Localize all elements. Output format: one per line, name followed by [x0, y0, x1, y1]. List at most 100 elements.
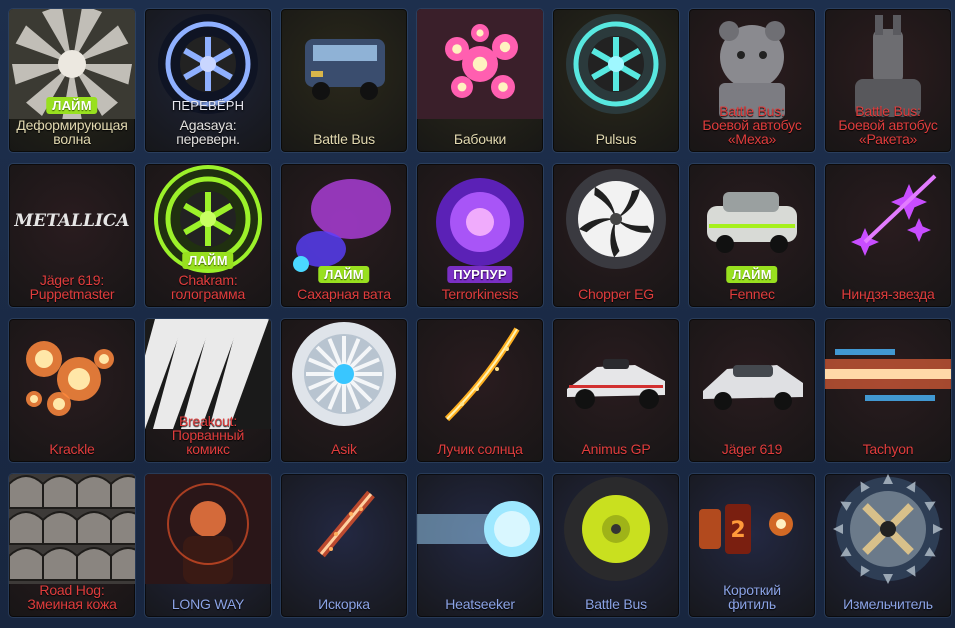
item-thumbnail — [825, 474, 951, 584]
item-name: Terrorkinesis — [419, 287, 541, 301]
item-tile[interactable]: Tachyon — [825, 319, 951, 462]
item-name-line: Pulsus — [595, 131, 637, 147]
paint-badge: ЛАЙМ — [726, 266, 778, 283]
item-name: Battle Bus: Боевой автобус «Ракета» — [827, 104, 949, 146]
item-tile[interactable]: Jäger 619 — [689, 319, 815, 462]
item-name-line: Fennec — [729, 286, 775, 302]
item-tile[interactable]: Battle Bus — [553, 474, 679, 617]
item-name: Искорка — [283, 597, 405, 611]
item-tile[interactable]: Chakram: голограмма ЛАЙМ — [145, 164, 271, 307]
item-tile[interactable]: METALLICA Jäger 619: Puppetmaster — [9, 164, 135, 307]
item-tile[interactable]: Animus GP — [553, 319, 679, 462]
item-name: Сахарная вата — [283, 287, 405, 301]
item-name-line: Battle Bus: — [719, 103, 785, 119]
item-name: Battle Bus — [283, 132, 405, 146]
item-thumbnail — [281, 474, 407, 584]
item-name: Измельчитель — [827, 597, 949, 611]
paint-badge: ЛАЙМ — [46, 97, 98, 114]
item-name-line: Сахарная вата — [297, 286, 391, 302]
item-name-line: Terrorkinesis — [441, 286, 519, 302]
item-tile[interactable]: LONG WAY — [145, 474, 271, 617]
item-name: Chopper EG — [555, 287, 677, 301]
item-thumbnail: 2 — [689, 474, 815, 584]
item-name-line: Animus GP — [581, 441, 651, 457]
item-tile[interactable]: Лучик солнца — [417, 319, 543, 462]
item-tile[interactable]: Сахарная вата ЛАЙМ — [281, 164, 407, 307]
item-name-line: Heatseeker — [445, 596, 515, 612]
item-name: Heatseeker — [419, 597, 541, 611]
item-name-line: фитиль — [728, 596, 776, 612]
item-name-line: Krackle — [49, 441, 95, 457]
item-name: Krackle — [11, 442, 133, 456]
item-name-line: Лучик солнца — [437, 441, 523, 457]
item-thumbnail — [553, 164, 679, 274]
item-tile[interactable]: Pulsus — [553, 9, 679, 152]
item-name-line: Боевой автобус — [838, 117, 938, 133]
item-name: Breakout: Порванный комикс — [147, 414, 269, 456]
item-name-line: Asik — [331, 441, 357, 457]
item-thumbnail — [281, 9, 407, 119]
item-name-line: Змеиная кожа — [27, 596, 117, 612]
item-tile[interactable]: Измельчитель — [825, 474, 951, 617]
item-tile[interactable]: Fennec ЛАЙМ — [689, 164, 815, 307]
item-tile[interactable]: Breakout: Порванный комикс — [145, 319, 271, 462]
item-name: Battle Bus: Боевой автобус «Меха» — [691, 104, 813, 146]
item-name: Короткий фитиль — [691, 583, 813, 611]
item-name: Asik — [283, 442, 405, 456]
item-tile[interactable]: Road Hog: Змеиная кожа — [9, 474, 135, 617]
item-grid: Деформирующая волна ЛАЙМ Agasaya: переверн.… — [0, 0, 955, 628]
item-name-line: Искорка — [318, 596, 370, 612]
item-thumbnail — [417, 164, 543, 274]
item-thumbnail — [417, 9, 543, 119]
item-thumbnail — [553, 9, 679, 119]
item-name-line: Agasaya: — [179, 117, 237, 133]
item-tile[interactable]: Бабочки — [417, 9, 543, 152]
item-tile[interactable]: Ниндзя-звезда — [825, 164, 951, 307]
item-thumbnail: METALLICA — [9, 164, 135, 274]
item-name: Chakram: голограмма — [147, 273, 269, 301]
item-thumbnail — [689, 164, 815, 274]
item-name-line: Chopper EG — [578, 286, 654, 302]
item-thumbnail — [825, 164, 951, 274]
item-tile[interactable]: Agasaya: переверн. ПЕРЕВЁРН — [145, 9, 271, 152]
item-name-line: голограмма — [170, 286, 246, 302]
item-name-line: Road Hog: — [39, 582, 105, 598]
item-tile[interactable]: Battle Bus: Боевой автобус «Меха» — [689, 9, 815, 152]
item-tile[interactable]: Деформирующая волна ЛАЙМ — [9, 9, 135, 152]
item-tile[interactable]: Chopper EG — [553, 164, 679, 307]
item-tile[interactable]: Battle Bus — [281, 9, 407, 152]
item-name-line: волна — [53, 131, 91, 147]
item-name-line: Puppetmaster — [29, 286, 115, 302]
item-thumbnail — [417, 474, 543, 584]
item-name-line: Battle Bus — [313, 131, 375, 147]
item-name: Лучик солнца — [419, 442, 541, 456]
item-name-line: комикс — [186, 441, 230, 457]
item-name: Ниндзя-звезда — [827, 287, 949, 301]
item-name-line: Chakram: — [178, 272, 238, 288]
item-name-line: Tachyon — [862, 441, 914, 457]
item-name: Бабочки — [419, 132, 541, 146]
item-tile[interactable]: Искорка — [281, 474, 407, 617]
item-thumbnail — [281, 164, 407, 274]
item-name-line: Breakout: — [178, 413, 238, 429]
item-tile[interactable]: Heatseeker — [417, 474, 543, 617]
paint-badge: ПУРПУР — [447, 266, 513, 283]
item-name-line: Боевой автобус — [702, 117, 802, 133]
paint-badge: ЛАЙМ — [318, 266, 370, 283]
item-tile[interactable]: Battle Bus: Боевой автобус «Ракета» — [825, 9, 951, 152]
item-name-line: переверн. — [176, 131, 240, 147]
item-name-line: Деформирующая — [16, 117, 128, 133]
item-thumbnail — [417, 319, 543, 429]
item-tile[interactable]: 2 Короткий фитиль — [689, 474, 815, 617]
paint-badge: ЛАЙМ — [182, 252, 234, 269]
item-name: Agasaya: переверн. — [147, 118, 269, 146]
item-tile[interactable]: Terrorkinesis ПУРПУР — [417, 164, 543, 307]
item-name: Road Hog: Змеиная кожа — [11, 583, 133, 611]
item-tile[interactable]: Krackle — [9, 319, 135, 462]
item-name-line: Jäger 619: — [39, 272, 105, 288]
item-name-line: LONG WAY — [171, 596, 245, 612]
item-name-line: Порванный — [171, 427, 245, 443]
paint-badge: ПЕРЕВЁРН — [171, 98, 245, 113]
item-tile[interactable]: Asik — [281, 319, 407, 462]
item-name-line: Battle Bus: — [855, 103, 921, 119]
